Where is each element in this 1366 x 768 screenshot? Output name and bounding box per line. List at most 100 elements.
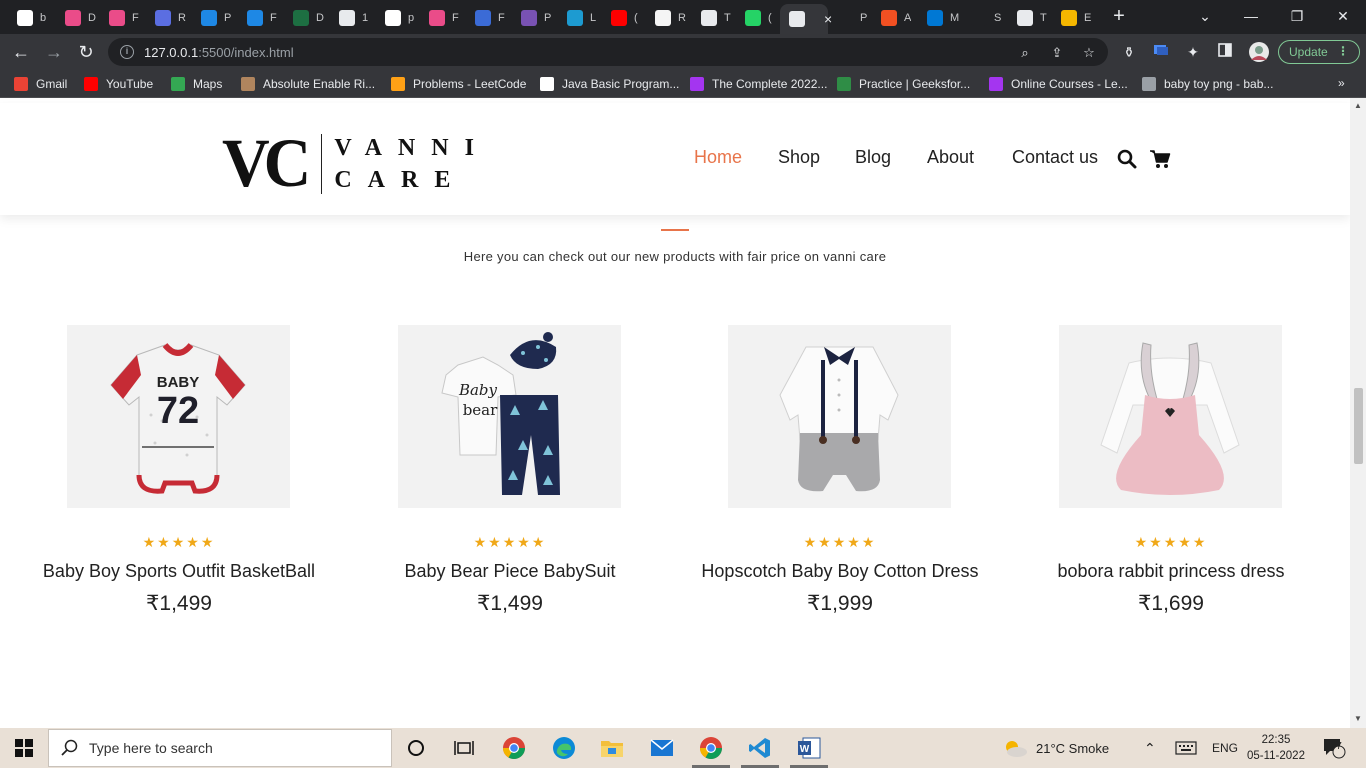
suspender-romper-image[interactable] <box>728 325 951 508</box>
bookmark-item[interactable]: Problems - LeetCode <box>391 76 526 92</box>
close-window-icon[interactable]: ✕ <box>1320 0 1366 32</box>
product-card[interactable]: ★★★★★ bobora rabbit princess dress ₹1,69… <box>1021 325 1321 625</box>
rabbit-dress-image[interactable] <box>1059 325 1282 508</box>
browser-tab[interactable]: E <box>1052 4 1096 32</box>
profile-avatar[interactable] <box>1248 41 1269 62</box>
bookmark-item[interactable]: Practice | Geeksfor... <box>837 76 970 92</box>
product-card[interactable]: ★★★★★ Hopscotch Baby Boy Cotton Dress ₹1… <box>690 325 990 625</box>
browser-tab[interactable]: S <box>962 4 1006 32</box>
browser-tab[interactable]: A <box>872 4 916 32</box>
page-scrollbar[interactable]: ▲ ▼ <box>1350 98 1366 728</box>
bookmark-item[interactable]: baby toy png - bab... <box>1142 76 1273 92</box>
nav-home[interactable]: Home <box>694 147 742 168</box>
browser-tab[interactable]: F <box>466 4 510 32</box>
address-bar[interactable]: i 127.0.0.1:5500/index.html ⌕ ⇪ ☆ <box>108 38 1108 66</box>
nav-blog[interactable]: Blog <box>855 147 891 168</box>
edge-taskbar-icon[interactable] <box>550 734 578 762</box>
browser-tab[interactable]: D <box>56 4 100 32</box>
taskbar-search-box[interactable]: Type here to search <box>48 729 392 767</box>
side-panel-icon[interactable] <box>1216 43 1234 61</box>
browser-tab[interactable]: F <box>100 4 144 32</box>
bear-babysuit-image[interactable]: Baby bear <box>398 325 621 508</box>
bookmark-item[interactable]: Online Courses - Le... <box>989 76 1128 92</box>
browser-tab[interactable]: D <box>284 4 328 32</box>
reload-icon[interactable]: ↻ <box>74 40 98 64</box>
word-taskbar-icon[interactable]: W <box>795 734 823 762</box>
minimize-icon[interactable]: — <box>1228 0 1274 32</box>
nav-contact-us[interactable]: Contact us <box>1012 147 1098 168</box>
browser-tab[interactable]: F <box>238 4 282 32</box>
keyboard-icon[interactable] <box>1175 728 1197 768</box>
restore-icon[interactable]: ❐ <box>1274 0 1320 32</box>
product-name[interactable]: Hopscotch Baby Boy Cotton Dress <box>690 561 990 582</box>
bookmark-star-icon[interactable]: ☆ <box>1080 44 1098 62</box>
bookmarks-overflow-icon[interactable]: » <box>1338 76 1345 90</box>
bookmark-item[interactable]: Gmail <box>14 76 67 92</box>
notification-center-icon[interactable]: 7 <box>1322 728 1346 768</box>
browser-tab[interactable]: Tu× <box>780 4 832 34</box>
vscode-taskbar-icon[interactable] <box>746 734 774 762</box>
extension-flask-icon[interactable]: ⚱ <box>1120 43 1138 61</box>
chrome-taskbar-icon[interactable] <box>500 734 528 762</box>
scroll-up-arrow-icon[interactable]: ▲ <box>1353 101 1363 111</box>
browser-tab[interactable]: p <box>376 4 420 32</box>
google-icon <box>385 10 401 26</box>
new-tab-plus-icon[interactable]: + <box>1108 6 1130 28</box>
bookmark-item[interactable]: Maps <box>171 76 222 92</box>
bookmark-item[interactable]: Absolute Enable Ri... <box>241 76 375 92</box>
tray-overflow-chevron-icon[interactable]: ⌃ <box>1144 728 1156 768</box>
browser-tab[interactable]: F <box>420 4 464 32</box>
product-name[interactable]: Baby Boy Sports Outfit BasketBall <box>29 561 329 582</box>
browser-tab[interactable]: P <box>512 4 556 32</box>
cortana-circle-icon[interactable] <box>402 734 430 762</box>
basketball-onesie-image[interactable]: BABY 72 <box>67 325 290 508</box>
product-name[interactable]: bobora rabbit princess dress <box>1021 561 1321 582</box>
browser-tab[interactable]: R <box>146 4 190 32</box>
scroll-down-arrow-icon[interactable]: ▼ <box>1353 714 1363 724</box>
system-clock[interactable]: 22:35 05-11-2022 <box>1244 732 1308 764</box>
weather-widget[interactable]: 21°C Smoke <box>1002 728 1109 768</box>
browser-tab[interactable]: P <box>828 4 872 32</box>
input-language[interactable]: ENG <box>1212 728 1238 768</box>
scroll-thumb[interactable] <box>1354 388 1363 464</box>
share-icon[interactable]: ⇪ <box>1048 44 1066 62</box>
bookmark-item[interactable]: The Complete 2022... <box>690 76 827 92</box>
mail-icon[interactable] <box>648 734 676 762</box>
cart-icon[interactable] <box>1149 149 1171 169</box>
extension-screen-icon[interactable] <box>1152 43 1170 61</box>
extensions-puzzle-icon[interactable]: ✦ <box>1184 43 1202 61</box>
rating-stars: ★★★★★ <box>473 534 547 550</box>
browser-tab[interactable]: ( <box>602 4 646 32</box>
product-card[interactable]: BABY 72 ★★★★★ Baby Boy Sports Outfit Bas… <box>29 325 329 625</box>
browser-tab[interactable]: b <box>8 4 52 32</box>
nav-shop[interactable]: Shop <box>778 147 820 168</box>
forward-arrow-icon[interactable]: → <box>42 40 66 64</box>
browser-tab[interactable]: M <box>918 4 962 32</box>
search-icon[interactable] <box>1117 149 1137 169</box>
browser-tab[interactable]: P <box>192 4 236 32</box>
bookmark-item[interactable]: Java Basic Program... <box>540 76 679 92</box>
bookmark-item[interactable]: YouTube <box>84 76 153 92</box>
product-card[interactable]: Baby bear ★★★★★ Baby Bear Piece BabySuit… <box>360 325 660 625</box>
browser-tab[interactable]: T <box>1008 4 1052 32</box>
browser-tab[interactable]: T <box>692 4 736 32</box>
site-info-icon[interactable]: i <box>120 45 134 59</box>
more-menu-icon[interactable]: ⋮ <box>1337 44 1349 58</box>
task-view-icon[interactable] <box>450 734 478 762</box>
vanni-care-logo[interactable]: VC VANNI CARE <box>222 129 490 198</box>
browser-tab[interactable]: L <box>558 4 602 32</box>
product-name[interactable]: Baby Bear Piece BabySuit <box>360 561 660 582</box>
update-button[interactable]: Update ⋮ <box>1278 40 1360 64</box>
excel-icon <box>293 10 309 26</box>
windows-start-icon[interactable] <box>0 728 48 768</box>
nav-about[interactable]: About <box>927 147 974 168</box>
browser-tab[interactable]: ( <box>736 4 780 32</box>
tab-search-chevron-icon[interactable]: ⌄ <box>1182 0 1228 32</box>
back-arrow-icon[interactable]: ← <box>9 40 33 64</box>
browser-tab[interactable]: R <box>646 4 690 32</box>
zoom-search-icon[interactable]: ⌕ <box>1016 44 1034 62</box>
chrome-active-taskbar-icon[interactable] <box>697 734 725 762</box>
file-explorer-icon[interactable] <box>598 734 626 762</box>
youtube-icon <box>84 77 98 91</box>
browser-tab[interactable]: 1 <box>330 4 374 32</box>
